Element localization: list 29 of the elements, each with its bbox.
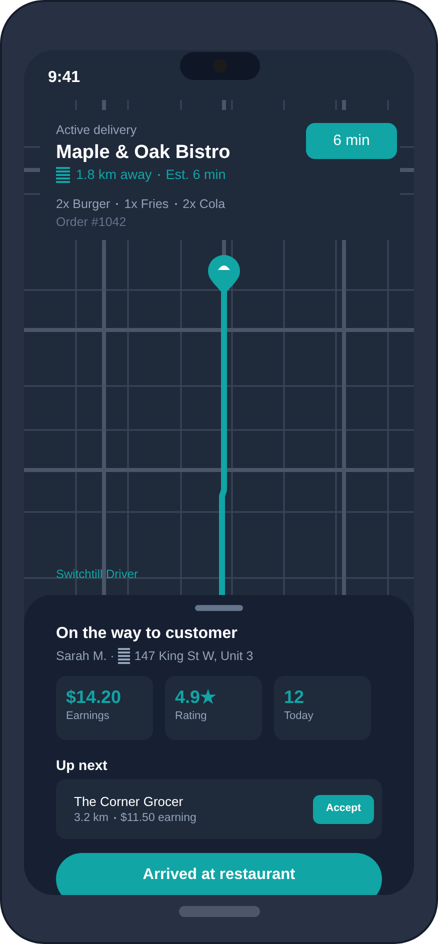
status-time: 9:41 (48, 68, 80, 88)
eta-badge: 6 min (306, 123, 397, 159)
arrived-button[interactable]: Arrived at restaurant (56, 853, 382, 895)
restaurant-name: Maple & Oak Bistro (56, 141, 230, 165)
order-number: Order #1042 (56, 214, 128, 230)
stat-value: $14.20 (66, 686, 122, 708)
stat-value: 12 (284, 686, 306, 708)
distance-text: 1.8 km away (76, 166, 152, 184)
next-order-earning: $11.50 earning (120, 810, 196, 826)
accept-button[interactable]: Accept (313, 794, 374, 824)
stat-label: Rating (175, 709, 208, 723)
sheet-title: On the way to customer (56, 624, 238, 644)
drag-handle[interactable] (195, 605, 243, 611)
stat-label: Earnings (66, 709, 110, 723)
next-order-distance: 3.2 km (74, 810, 109, 826)
eta-text: Est. 6 min (166, 166, 226, 184)
customer-name: Sarah M. · (56, 648, 114, 665)
stat-value: 4.9★ (175, 686, 218, 708)
stripes-icon (56, 167, 70, 183)
next-order-name: The Corner Grocer (74, 792, 184, 810)
customer-address: 147 King St W, Unit 3 (134, 648, 254, 665)
order-item: 2x Cola (182, 196, 226, 212)
map-label: Switchtill Driver (56, 566, 138, 583)
section-heading: Up next (56, 756, 108, 774)
stat-label: Today (284, 709, 314, 723)
order-item: 2x Burger (56, 196, 110, 212)
delivery-label: Active delivery (56, 122, 138, 138)
order-item: 1x Fries (124, 196, 169, 212)
stripes-icon (118, 648, 130, 664)
